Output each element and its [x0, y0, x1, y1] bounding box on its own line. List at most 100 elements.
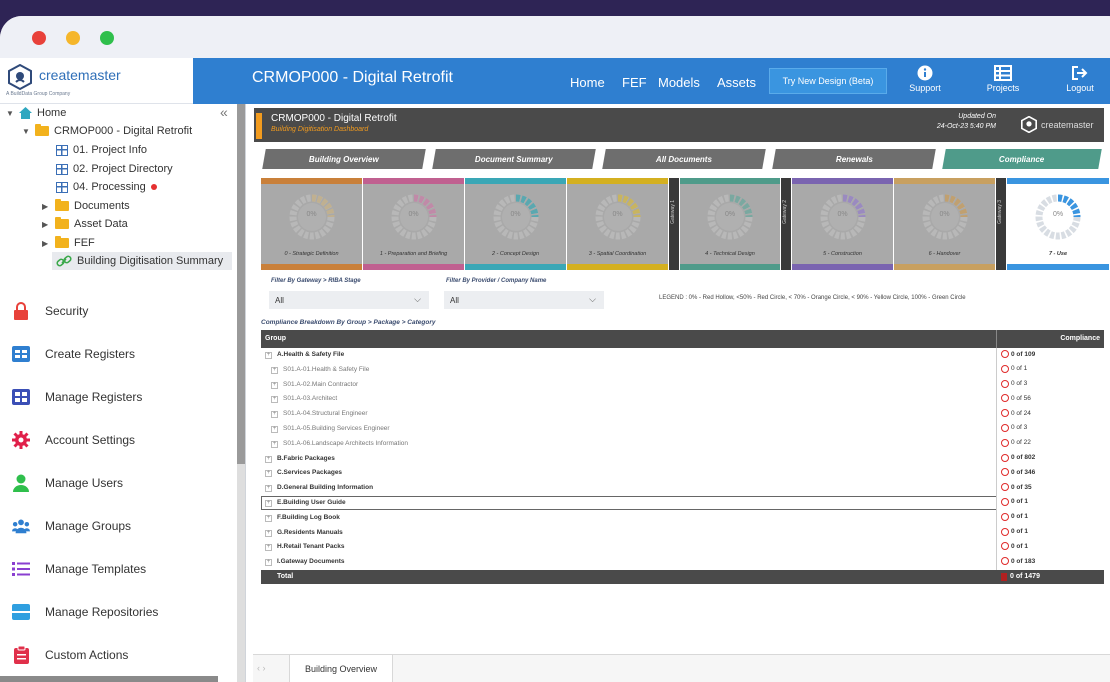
row-name: G.Residents Manuals — [277, 528, 343, 536]
stage-tile[interactable]: 0% 5 - Construction — [792, 178, 893, 270]
menu-item-manage-repositories[interactable]: Manage Repositories — [0, 590, 237, 633]
menu-item-custom-actions[interactable]: Custom Actions — [0, 633, 237, 676]
tree-item-processing[interactable]: 04. Processing — [56, 178, 157, 196]
caret-down-icon[interactable]: ▼ — [22, 127, 30, 136]
table-row[interactable]: + E.Building User Guide 0 of 1 — [261, 495, 1104, 511]
tree-item-fef[interactable]: ▶ FEF — [42, 234, 95, 252]
tab-building-overview[interactable]: Building Overview — [262, 149, 426, 169]
sidebar-scrollbar[interactable] — [237, 104, 245, 682]
menu-item-security[interactable]: Security — [0, 289, 237, 332]
expand-toggle-icon[interactable]: + — [265, 470, 272, 478]
expand-toggle-icon[interactable]: + — [265, 485, 272, 493]
nav-models[interactable]: Models — [658, 75, 700, 90]
table-row[interactable]: + F.Building Log Book 0 of 1 — [261, 510, 1104, 526]
menu-item-manage-templates[interactable]: Manage Templates — [0, 547, 237, 590]
support-button[interactable]: Support — [895, 65, 955, 93]
expand-toggle-icon[interactable]: + — [265, 529, 272, 537]
table-row[interactable]: + G.Residents Manuals 0 of 1 — [261, 525, 1104, 541]
table-row[interactable]: + S01.A-02.Main Contractor 0 of 3 — [261, 377, 1104, 393]
tab-renewals[interactable]: Renewals — [772, 149, 936, 169]
expand-toggle-icon[interactable]: + — [271, 440, 278, 448]
scrollbar-thumb[interactable] — [237, 104, 245, 464]
stage-tile[interactable]: 0% 0 - Strategic Definition — [261, 178, 362, 270]
menu-item-create-registers[interactable]: Create Registers — [0, 332, 237, 375]
stage-tile[interactable]: 0% 3 - Spatial Coordination — [567, 178, 668, 270]
nav-fef[interactable]: FEF — [622, 75, 647, 90]
tree-item-documents[interactable]: ▶ Documents — [42, 197, 130, 215]
expand-toggle-icon[interactable]: + — [271, 396, 278, 404]
expand-toggle-icon[interactable]: + — [265, 455, 272, 463]
sidebar-horizontal-scrollbar[interactable] — [0, 676, 218, 682]
gateway-filter-label: Filter By Gateway > RIBA Stage — [271, 278, 361, 284]
maximize-window-button[interactable] — [100, 31, 114, 45]
table-row[interactable]: + B.Fabric Packages 0 of 802 — [261, 451, 1104, 467]
row-compliance: 0 of 3 — [1001, 423, 1027, 432]
minimize-window-button[interactable] — [66, 31, 80, 45]
projects-button[interactable]: Projects — [973, 65, 1033, 93]
table-row[interactable]: + S01.A-03.Architect 0 of 56 — [261, 392, 1104, 408]
stage-value: 0% — [939, 211, 950, 218]
column-divider — [996, 555, 997, 571]
tree-item-project-info[interactable]: 01. Project Info — [56, 141, 147, 159]
tree-item-building-digitisation-summary[interactable]: Building Digitisation Summary — [52, 252, 232, 270]
table-row[interactable]: + A.Health & Safety File 0 of 109 — [261, 348, 1104, 363]
tree-item-asset-data[interactable]: ▶ Asset Data — [42, 215, 128, 233]
tab-document-summary[interactable]: Document Summary — [432, 149, 596, 169]
caret-right-icon[interactable]: ▶ — [42, 239, 50, 248]
gateway-filter-select[interactable]: All ⌵ — [269, 291, 429, 309]
expand-toggle-icon[interactable]: + — [265, 499, 272, 507]
try-new-design-button[interactable]: Try New Design (Beta) — [769, 68, 887, 94]
column-divider — [996, 407, 997, 423]
tree-item-home[interactable]: ▼ Home — [6, 104, 66, 122]
menu-item-manage-users[interactable]: Manage Users — [0, 461, 237, 504]
tab-compliance[interactable]: Compliance — [942, 149, 1102, 169]
stage-tile[interactable]: 0% 4 - Technical Design — [680, 178, 780, 270]
table-row[interactable]: + H.Retail Tenant Packs 0 of 1 — [261, 540, 1104, 556]
tree-label: Home — [37, 107, 67, 119]
stage-tile[interactable]: 0% 6 - Handover — [894, 178, 995, 270]
folder-icon — [35, 124, 49, 136]
table-row[interactable]: + C.Services Packages 0 of 346 — [261, 466, 1104, 482]
caret-right-icon[interactable]: ▶ — [42, 202, 50, 211]
tree-item-project[interactable]: ▼ CRMOP000 - Digital Retrofit — [22, 122, 192, 140]
expand-toggle-icon[interactable]: + — [271, 411, 278, 419]
expand-toggle-icon[interactable]: + — [265, 514, 272, 522]
nav-home[interactable]: Home — [570, 75, 605, 90]
stage-tile[interactable]: 0% 1 - Preparation and Briefing — [363, 178, 464, 270]
tab-all-documents[interactable]: All Documents — [602, 149, 766, 169]
menu-item-manage-registers[interactable]: Manage Registers — [0, 375, 237, 418]
bottom-tab-building-overview[interactable]: Building Overview — [289, 655, 393, 682]
menu-item-account-settings[interactable]: Account Settings — [0, 418, 237, 461]
tree-item-project-directory[interactable]: 02. Project Directory — [56, 160, 173, 178]
provider-filter-select[interactable]: All ⌵ — [444, 291, 604, 309]
table-row[interactable]: + I.Gateway Documents 0 of 183 — [261, 555, 1104, 571]
red-hollow-status-icon — [1001, 512, 1009, 521]
expand-toggle-icon[interactable]: + — [271, 381, 278, 389]
expand-toggle-icon[interactable]: + — [271, 425, 278, 433]
collapse-sidebar-icon[interactable]: « — [220, 104, 228, 120]
table-row[interactable]: + S01.A-06.Landscape Architects Informati… — [261, 436, 1104, 452]
expand-toggle-icon[interactable]: + — [271, 366, 278, 374]
table-row[interactable]: + D.General Building Information 0 of 35 — [261, 481, 1104, 497]
table-header: Group Compliance — [261, 330, 1104, 348]
caret-down-icon[interactable]: ▼ — [6, 109, 14, 118]
table-row[interactable]: + S01.A-05.Building Services Engineer 0 of… — [261, 421, 1104, 437]
expand-toggle-icon[interactable]: + — [265, 544, 272, 552]
sidebar: ▼ Home « ▼ CRMOP000 - Digital Retrofit 0… — [0, 104, 237, 682]
logout-button[interactable]: Logout — [1050, 65, 1110, 93]
red-hollow-status-icon — [1001, 557, 1009, 566]
caret-right-icon[interactable]: ▶ — [42, 220, 50, 229]
nav-assets[interactable]: Assets — [717, 75, 756, 90]
tab-scroll-arrows[interactable]: ‹ › — [257, 663, 266, 673]
logo[interactable]: createmaster A BuildData Group Company — [0, 58, 193, 104]
expand-toggle-icon[interactable]: + — [265, 352, 272, 359]
close-window-button[interactable] — [32, 31, 46, 45]
menu-item-manage-groups[interactable]: Manage Groups — [0, 504, 237, 547]
group-icon — [12, 517, 30, 535]
stage-tile[interactable]: 0% 7 - Use — [1007, 178, 1109, 270]
table-row[interactable]: + S01.A-04.Structural Engineer 0 of 24 — [261, 407, 1104, 423]
red-hollow-status-icon — [1001, 497, 1009, 506]
expand-toggle-icon[interactable]: + — [265, 559, 272, 567]
table-row[interactable]: + S01.A-01.Health & Safety File 0 of 1 — [261, 362, 1104, 378]
stage-tile[interactable]: 0% 2 - Concept Design — [465, 178, 566, 270]
